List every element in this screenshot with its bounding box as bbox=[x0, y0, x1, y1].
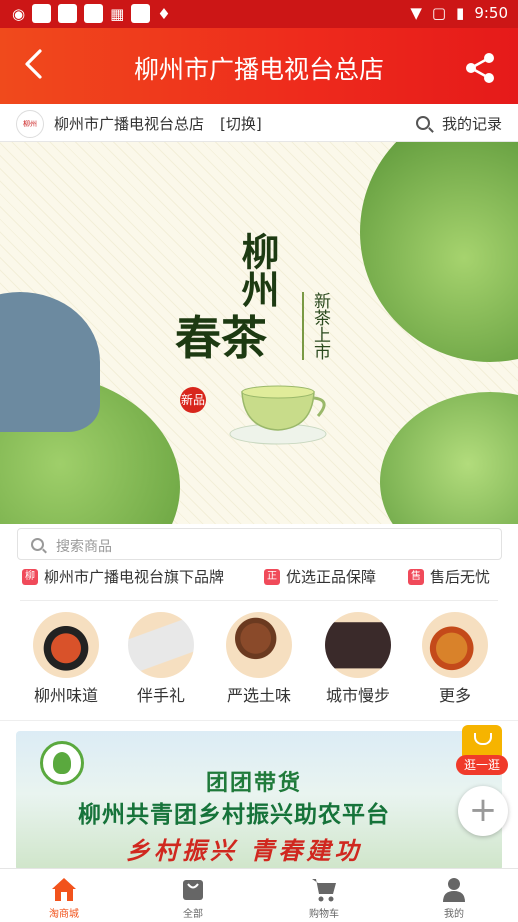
tea-cup-icon bbox=[229, 385, 327, 445]
youth-league-logo bbox=[40, 741, 84, 785]
category-liuzhou-flavor[interactable]: 柳州味道 bbox=[26, 612, 106, 706]
bottom-tab-bar: 淘商城 全部 购物车 我的 bbox=[0, 868, 518, 922]
mountain-left bbox=[0, 292, 100, 432]
banner-city-text: 柳州 bbox=[235, 232, 280, 308]
tab-label: 淘商城 bbox=[49, 909, 79, 920]
status-system: ▼ ▢ ▮ 9:50 bbox=[410, 4, 508, 22]
promo-section: 团团带货 柳州共青团乡村振兴助农平台 乡村振兴 青春建功 bbox=[0, 720, 518, 871]
store-logo: 柳州 bbox=[16, 110, 44, 138]
tab-label: 购物车 bbox=[309, 909, 339, 920]
share-icon[interactable] bbox=[464, 52, 496, 84]
category-label: 更多 bbox=[438, 686, 471, 705]
tab-mall[interactable]: 淘商城 bbox=[24, 875, 104, 920]
promo-line-2: 柳州共青团乡村振兴助农平台 bbox=[78, 802, 390, 828]
browse-label: 逛一逛 bbox=[456, 755, 508, 775]
tab-cart[interactable]: 购物车 bbox=[284, 875, 364, 920]
bag-icon bbox=[179, 875, 207, 903]
category-label: 柳州味道 bbox=[33, 686, 98, 705]
noodle-bowl-icon bbox=[33, 612, 99, 678]
badge-label: 售后无忧 bbox=[430, 568, 491, 586]
tab-mine[interactable]: 我的 bbox=[414, 875, 494, 920]
gift-box-icon bbox=[128, 612, 194, 678]
badge-icon: 售 bbox=[408, 568, 424, 585]
status-notifications: ◉ ▦ ♦ bbox=[12, 4, 171, 23]
app-bar: 柳州市广播电视台总店 bbox=[0, 28, 518, 104]
tea-hill-bottom-right bbox=[380, 392, 518, 524]
beer-mug-icon bbox=[422, 612, 488, 678]
cart-icon bbox=[310, 875, 338, 903]
tab-all[interactable]: 全部 bbox=[153, 875, 233, 920]
store-name: 柳州市广播电视台总店 bbox=[54, 115, 205, 133]
status-bar: ◉ ▦ ♦ ▼ ▢ ▮ 9:50 bbox=[0, 0, 518, 28]
youth-league-promo-banner[interactable]: 团团带货 柳州共青团乡村振兴助农平台 乡村振兴 青春建功 bbox=[16, 731, 502, 871]
badge-icon: 正 bbox=[264, 568, 280, 585]
category-gifts[interactable]: 伴手礼 bbox=[121, 612, 201, 706]
app-notification-icon bbox=[131, 4, 151, 23]
camera-notification-icon: ◉ bbox=[12, 4, 26, 23]
guarantee-badges: 柳 柳州市广播电视台旗下品牌 正 优选正品保障 售 售后无忧 bbox=[0, 566, 518, 590]
search-placeholder: 搜索商品 bbox=[56, 539, 112, 555]
promo-line-3: 乡村振兴 青春建功 bbox=[126, 837, 363, 865]
category-more[interactable]: 更多 bbox=[415, 612, 495, 706]
no-sim-icon: ▢ bbox=[431, 4, 447, 22]
badge-genuine: 正 优选正品保障 bbox=[264, 566, 376, 587]
qr-notification-icon: ▦ bbox=[110, 4, 125, 23]
search-input[interactable]: 搜索商品 bbox=[17, 528, 502, 560]
category-city-walk[interactable]: 城市慢步 bbox=[318, 612, 398, 706]
app-notification-icon bbox=[84, 4, 104, 23]
category-local-taste[interactable]: 严选土味 bbox=[219, 612, 299, 706]
badge-label: 优选正品保障 bbox=[286, 568, 377, 586]
pagoda-icon bbox=[325, 612, 391, 678]
category-label: 严选土味 bbox=[226, 686, 291, 705]
store-bar: 柳州 柳州市广播电视台总店 [切换] 我的记录 bbox=[0, 104, 518, 142]
add-float-button[interactable]: + bbox=[458, 786, 508, 836]
badge-icon: 柳 bbox=[22, 568, 38, 585]
user-icon bbox=[440, 875, 468, 903]
home-icon bbox=[50, 875, 78, 903]
browse-float-button[interactable]: 逛一逛 bbox=[456, 725, 508, 775]
new-product-seal: 新品 bbox=[180, 387, 206, 413]
category-label: 城市慢步 bbox=[325, 686, 390, 705]
tea-hill-right bbox=[360, 142, 518, 362]
badge-after-sales: 售 售后无忧 bbox=[408, 566, 490, 587]
category-label: 伴手礼 bbox=[136, 686, 185, 705]
badge-brand: 柳 柳州市广播电视台旗下品牌 bbox=[22, 566, 224, 587]
search-icon bbox=[31, 538, 44, 551]
banner-new-tea-text: 新茶上市 bbox=[302, 292, 333, 360]
status-time: 9:50 bbox=[474, 4, 508, 22]
tab-label: 我的 bbox=[444, 909, 464, 920]
search-section: 搜索商品 柳 柳州市广播电视台旗下品牌 正 优选正品保障 售 售后无忧 柳州味道… bbox=[0, 524, 518, 720]
banner-spring-tea-text: 春茶 bbox=[175, 311, 267, 365]
switch-store-link[interactable]: [切换] bbox=[220, 113, 262, 134]
badge-label: 柳州市广播电视台旗下品牌 bbox=[44, 568, 225, 586]
app-notification-icon bbox=[58, 4, 78, 23]
promo-line-1: 团团带货 bbox=[206, 771, 303, 796]
mushroom-icon bbox=[226, 612, 292, 678]
shopping-bag-icon bbox=[462, 725, 502, 759]
bell-icon: ♦ bbox=[157, 4, 171, 23]
wifi-icon: ▼ bbox=[410, 4, 422, 22]
page-title: 柳州市广播电视台总店 bbox=[133, 55, 384, 84]
search-icon[interactable] bbox=[416, 116, 430, 130]
my-records-link[interactable]: 我的记录 bbox=[442, 113, 502, 134]
battery-icon: ▮ bbox=[456, 4, 465, 22]
divider bbox=[20, 600, 498, 601]
spring-tea-banner[interactable]: 新品 柳州 春茶 新茶上市 bbox=[0, 142, 518, 524]
app-notification-icon bbox=[32, 4, 52, 23]
tab-label: 全部 bbox=[183, 909, 203, 920]
category-row: 柳州味道 伴手礼 严选土味 城市慢步 更多 bbox=[0, 608, 518, 718]
